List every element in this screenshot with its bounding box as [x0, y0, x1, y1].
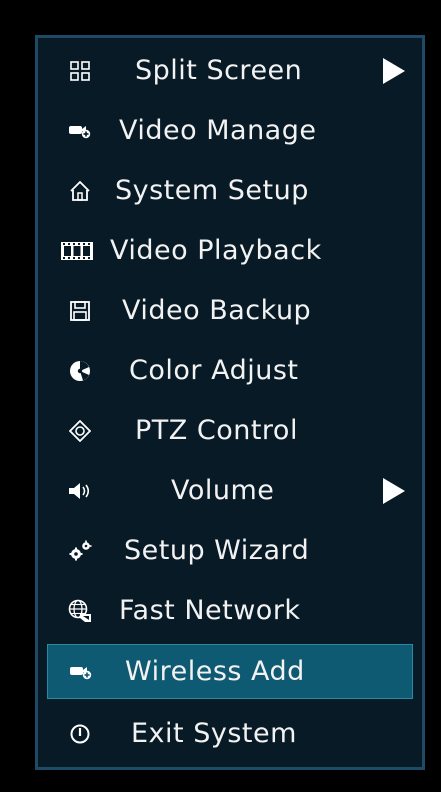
film-strip-icon — [61, 239, 93, 263]
floppy-disk-icon — [68, 299, 92, 323]
menu-item-label: Fast Network — [119, 594, 301, 626]
menu-item-fast-network[interactable]: Fast Network — [47, 583, 413, 638]
menu-item-exit-system[interactable]: Exit System — [47, 706, 413, 761]
globe-network-icon — [68, 599, 92, 623]
home-icon — [68, 179, 92, 203]
menu-item-label: Split Screen — [135, 54, 303, 86]
submenu-arrow-icon — [383, 477, 405, 504]
menu-item-system-setup[interactable]: System Setup — [47, 163, 413, 218]
color-palette-icon — [68, 359, 92, 383]
gears-icon — [68, 539, 92, 563]
ptz-direction-icon — [68, 419, 92, 443]
power-icon — [68, 722, 92, 746]
menu-item-label: Setup Wizard — [124, 534, 310, 566]
menu-item-video-backup[interactable]: Video Backup — [47, 283, 413, 338]
menu-item-label: Wireless Add — [125, 655, 305, 687]
main-menu: Split Screen Video Manage System Setup V… — [35, 35, 425, 770]
menu-item-label: Exit System — [131, 717, 297, 749]
menu-item-wireless-add[interactable]: Wireless Add — [47, 644, 413, 699]
menu-item-video-manage[interactable]: Video Manage — [47, 103, 413, 158]
menu-item-label: Video Manage — [119, 114, 317, 146]
menu-item-label: Volume — [171, 474, 275, 506]
menu-item-label: Video Backup — [122, 294, 312, 326]
menu-item-label: PTZ Control — [135, 414, 298, 446]
menu-item-video-playback[interactable]: Video Playback — [47, 223, 413, 278]
menu-item-ptz-control[interactable]: PTZ Control — [47, 403, 413, 458]
speaker-icon — [68, 479, 92, 503]
menu-item-setup-wizard[interactable]: Setup Wizard — [47, 523, 413, 578]
menu-item-label: System Setup — [115, 174, 309, 206]
menu-item-label: Color Adjust — [129, 354, 299, 386]
camera-add-icon — [69, 660, 93, 684]
split-screen-icon — [68, 59, 92, 83]
camera-add-icon — [68, 119, 92, 143]
menu-item-volume[interactable]: Volume — [47, 463, 413, 518]
submenu-arrow-icon — [383, 57, 405, 84]
menu-item-label: Video Playback — [110, 234, 322, 266]
menu-item-split-screen[interactable]: Split Screen — [47, 43, 413, 98]
menu-item-color-adjust[interactable]: Color Adjust — [47, 343, 413, 398]
